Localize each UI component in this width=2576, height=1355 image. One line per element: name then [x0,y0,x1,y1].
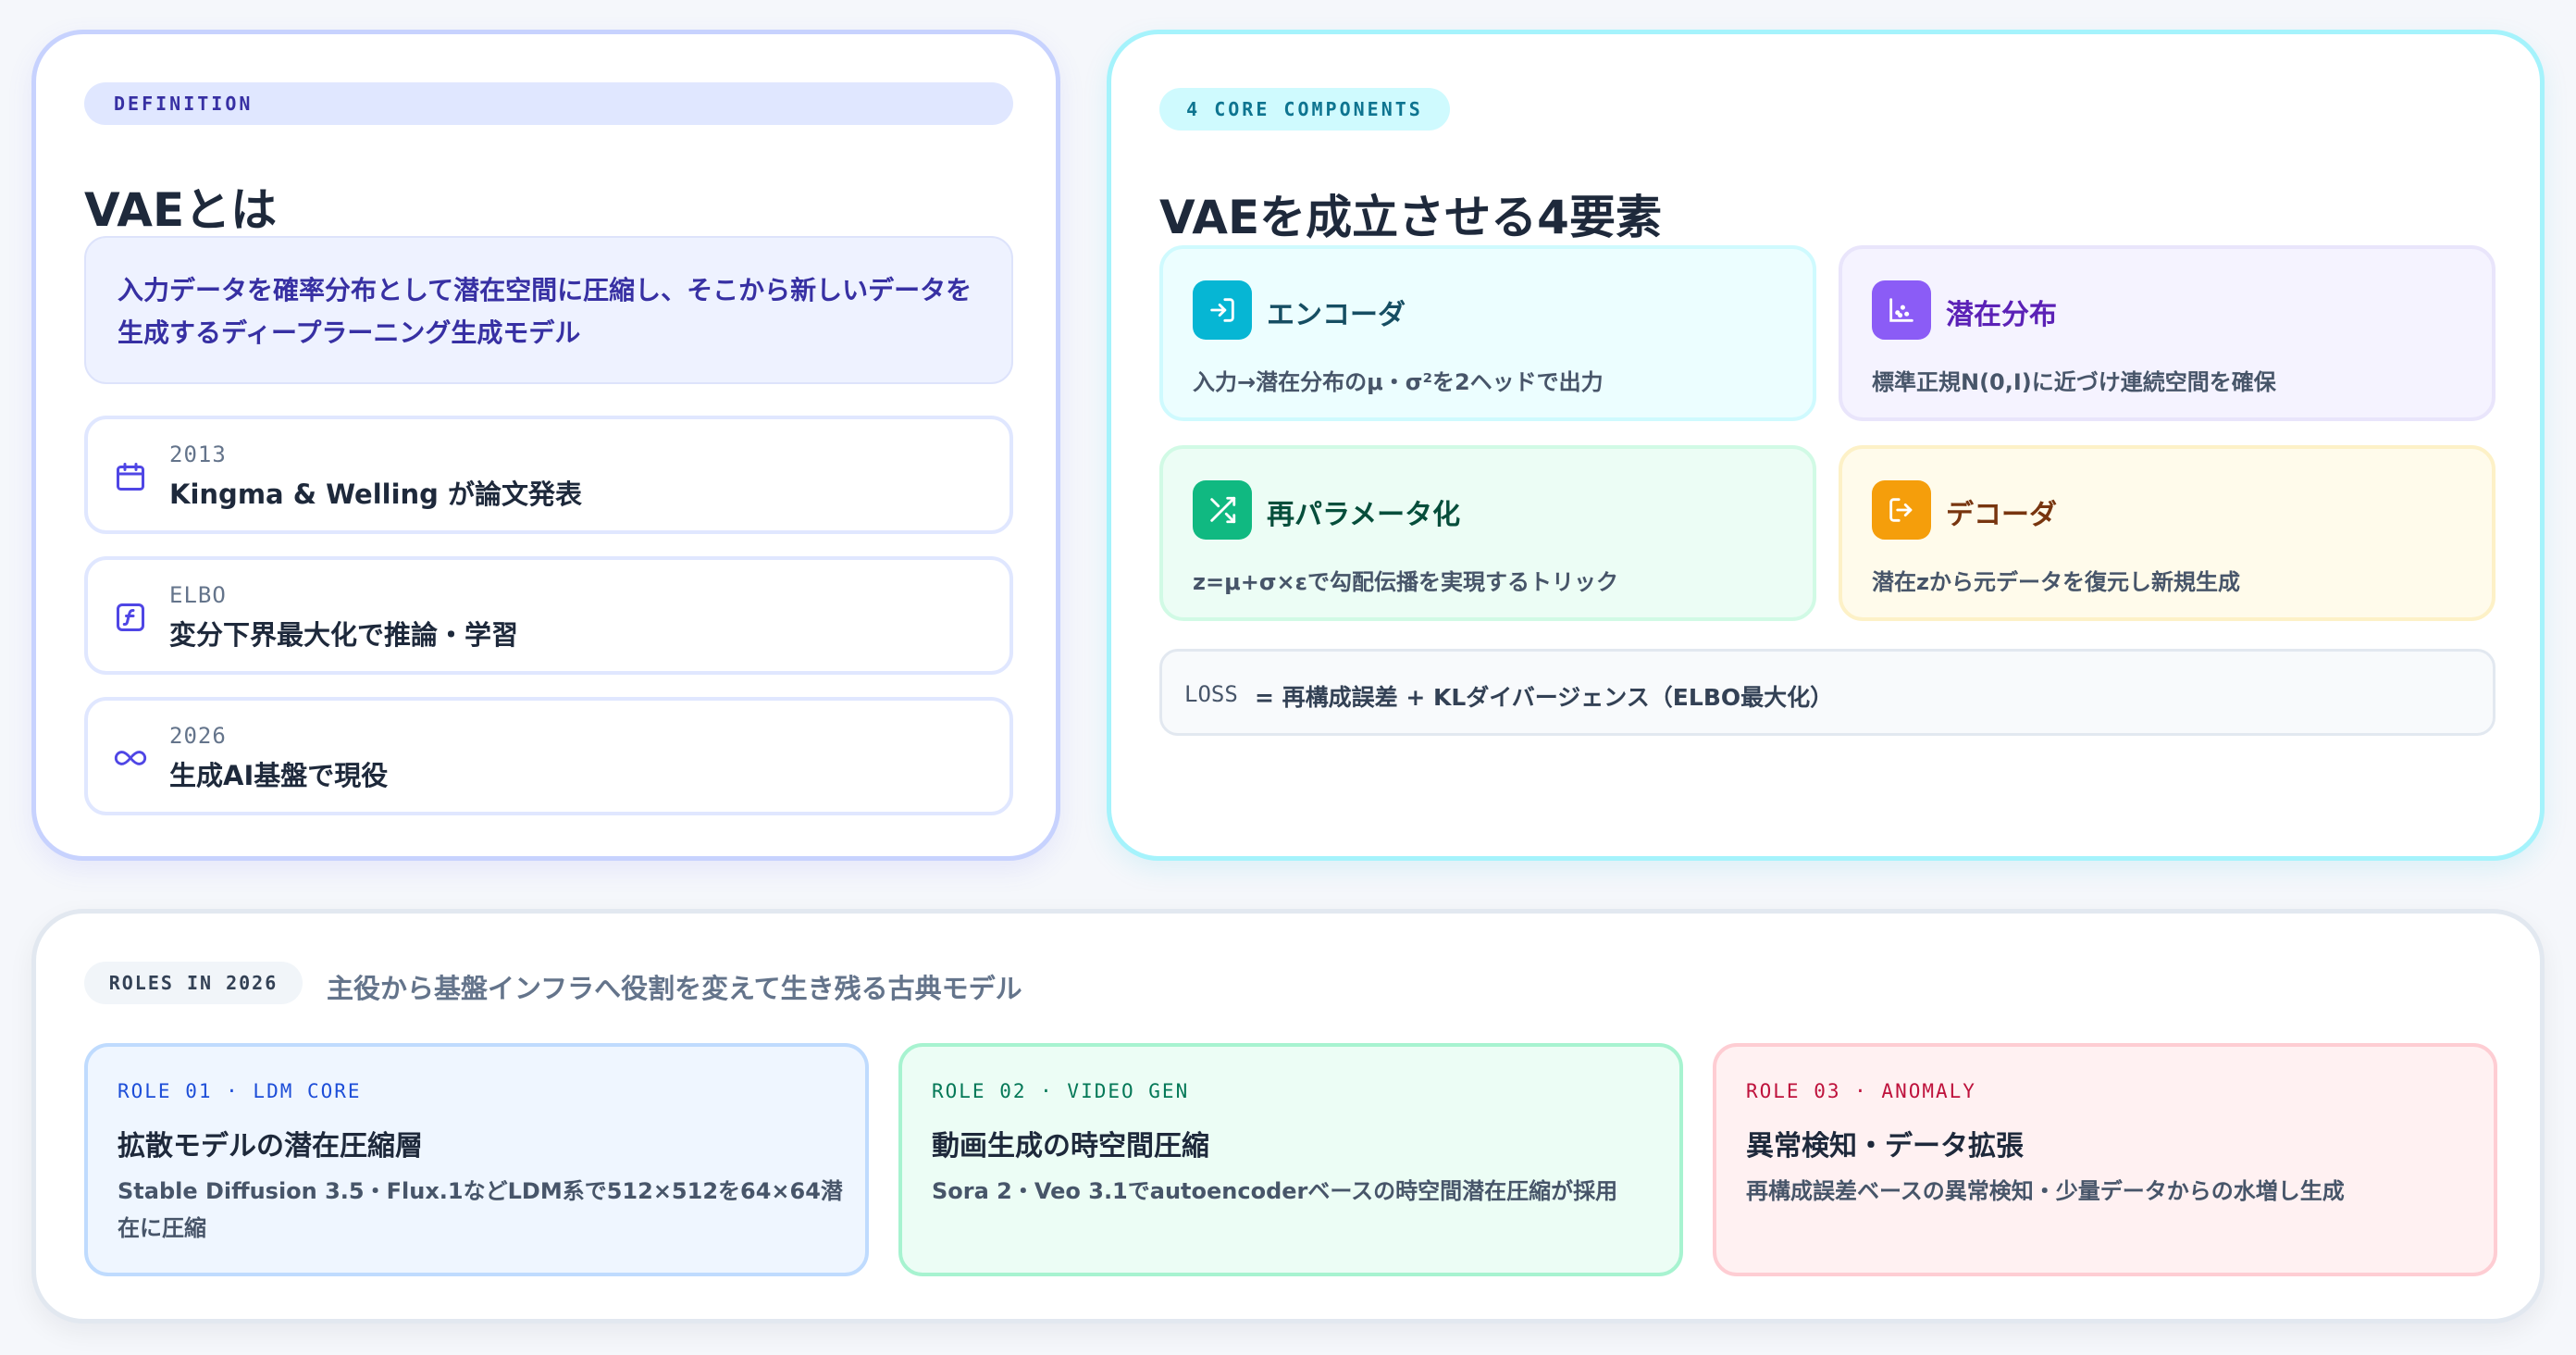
components-card: 4 CORE COMPONENTS VAEを成立させる4要素 エンコーダ 入力→… [1107,30,2545,861]
role-desc: 再構成誤差ベースの異常検知・少量データからの水増し生成 [1746,1178,2345,1204]
fact-item: ELBO 変分下界最大化で推論・学習 [84,556,1013,675]
component-decoder: デコーダ 潜在zから元データを復元し新規生成 [1839,445,2496,621]
fact-text: 変分下界最大化で推論・学習 [169,619,519,651]
role-desc: Stable Diffusion 3.5・Flux.1などLDM系で512×51… [118,1178,843,1241]
loss-value: = 再構成誤差 + KLダイバージェンス（ELBO最大化） [1255,684,1834,711]
definition-title: VAEとは [84,183,278,237]
roles-card: ROLES IN 2026 主役から基盤インフラへ役割を変えて生き残る古典モデル… [31,909,2545,1324]
infinity-icon [112,740,149,777]
role-tag: ROLE 02 · VIDEO GEN [932,1080,1190,1102]
calendar-icon [112,458,149,495]
component-name: エンコーダ [1267,299,1406,331]
component-name: 再パラメータ化 [1267,499,1461,531]
definition-tag: DEFINITION [84,82,1013,125]
fact-label: 2013 [169,441,227,467]
fact-label: ELBO [169,582,227,608]
roles-subtitle: 主役から基盤インフラへ役割を変えて生き残る古典モデル [327,973,1022,1004]
definition-summary: 入力データを確率分布として潜在空間に圧縮し、そこから新しいデータを生成するディー… [84,236,1013,384]
scatter-icon [1872,280,1931,340]
loss-formula: LOSS = 再構成誤差 + KLダイバージェンス（ELBO最大化） [1159,649,2496,736]
components-title: VAEを成立させる4要素 [1159,191,1662,244]
loss-label: LOSS [1184,681,1238,707]
roles-tag: ROLES IN 2026 [84,962,303,1004]
role-item: ROLE 02 · VIDEO GEN 動画生成の時空間圧縮 Sora 2・Ve… [898,1043,1683,1276]
role-tag: ROLE 01 · LDM CORE [118,1080,362,1102]
components-tag: 4 CORE COMPONENTS [1159,88,1450,131]
function-icon [112,599,149,636]
component-desc: 標準正規N(0,I)に近づけ連続空間を確保 [1872,369,2276,395]
component-desc: 潜在zから元データを復元し新規生成 [1872,569,2240,595]
component-name: デコーダ [1946,499,2057,531]
component-encoder: エンコーダ 入力→潜在分布のμ・σ²を2ヘッドで出力 [1159,245,1816,421]
fact-label: 2026 [169,723,227,749]
role-title: 動画生成の時空間圧縮 [932,1130,1209,1162]
component-name: 潜在分布 [1946,299,2057,331]
fact-text: Kingma & Welling が論文発表 [169,479,583,510]
role-title: 異常検知・データ拡張 [1746,1130,2024,1162]
role-title: 拡散モデルの潜在圧縮層 [118,1130,423,1162]
fact-item: 2013 Kingma & Welling が論文発表 [84,416,1013,534]
role-item: ROLE 01 · LDM CORE 拡散モデルの潜在圧縮層 Stable Di… [84,1043,869,1276]
role-desc: Sora 2・Veo 3.1でautoencoderベースの時空間潜在圧縮が採用 [932,1178,1618,1204]
role-item: ROLE 03 · ANOMALY 異常検知・データ拡張 再構成誤差ベースの異常… [1713,1043,2497,1276]
component-latent: 潜在分布 標準正規N(0,I)に近づけ連続空間を確保 [1839,245,2496,421]
component-desc: 入力→潜在分布のμ・σ²を2ヘッドで出力 [1193,369,1604,395]
role-tag: ROLE 03 · ANOMALY [1746,1080,1976,1102]
component-reparam: 再パラメータ化 z=μ+σ×εで勾配伝播を実現するトリック [1159,445,1816,621]
fact-text: 生成AI基盤で現役 [169,760,389,791]
sign-out-icon [1872,480,1931,540]
fact-item: 2026 生成AI基盤で現役 [84,697,1013,815]
component-desc: z=μ+σ×εで勾配伝播を実現するトリック [1193,569,1619,595]
shuffle-icon [1193,480,1252,540]
definition-card: DEFINITION VAEとは 入力データを確率分布として潜在空間に圧縮し、そ… [31,30,1060,861]
sign-in-icon [1193,280,1252,340]
